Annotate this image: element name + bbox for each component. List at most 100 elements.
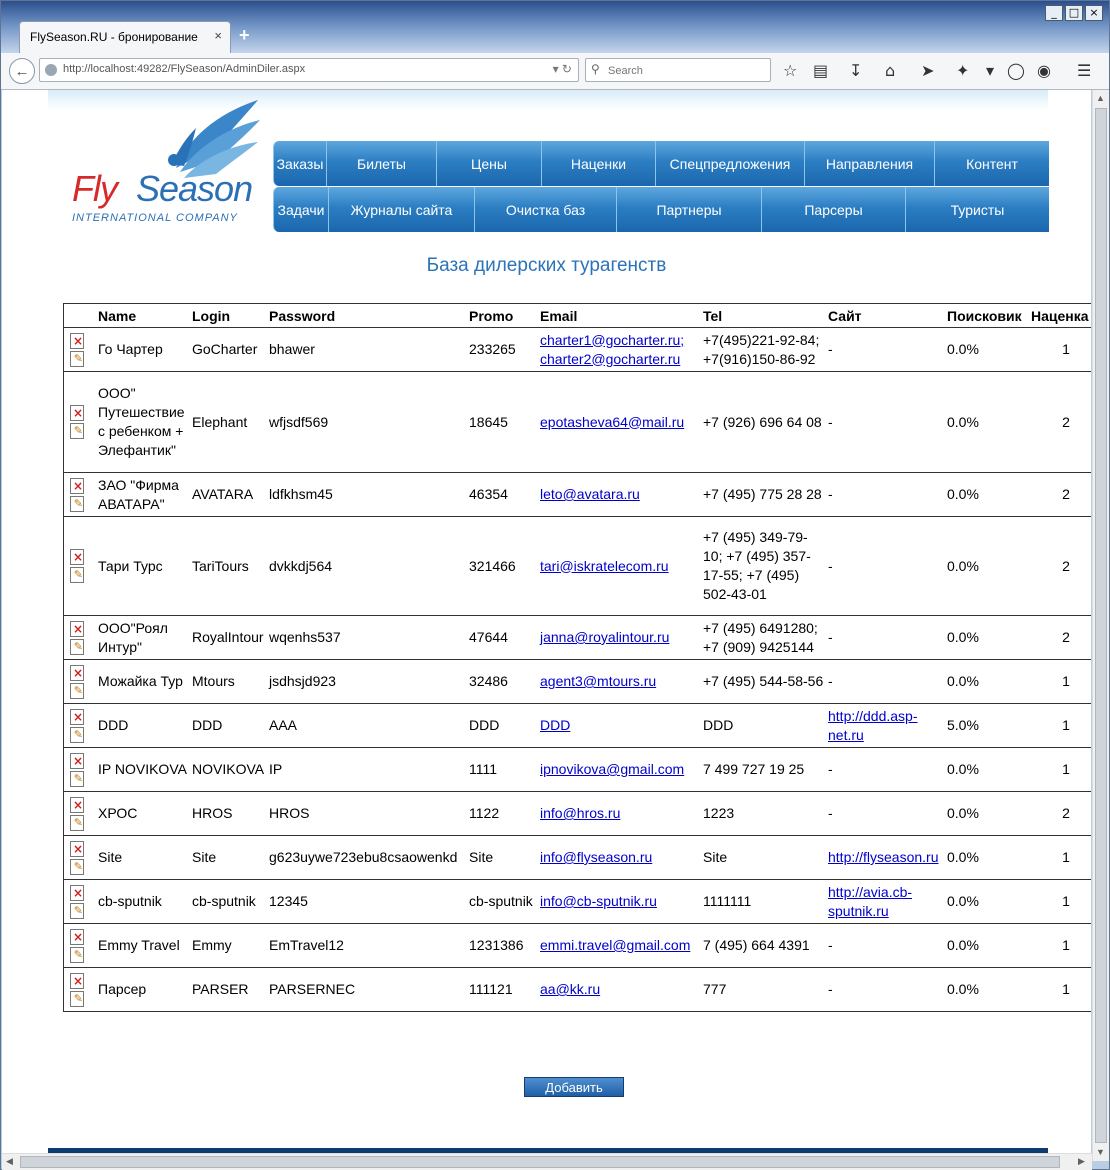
edit-icon[interactable]: ✎ <box>70 990 84 1007</box>
menu-item-orders[interactable]: Заказы <box>273 141 327 186</box>
dealer-promo: 1111 <box>469 761 498 777</box>
dealer-email-cell: info@hros.ru <box>538 791 701 836</box>
delete-icon[interactable]: × <box>70 972 84 989</box>
menu-item-special-offers[interactable]: Спецпредложения <box>656 141 805 186</box>
column-header-name[interactable]: Name <box>96 303 190 328</box>
column-header-site[interactable]: Сайт <box>826 303 945 328</box>
bookmark-star-icon[interactable]: ☆ <box>783 61 797 80</box>
dealer-email-link[interactable]: tari@iskratelecom.ru <box>540 558 669 574</box>
delete-icon[interactable]: × <box>70 840 84 857</box>
reading-list-icon[interactable]: ▤ <box>813 61 828 80</box>
menu-item-site-logs[interactable]: Журналы сайта <box>329 187 475 232</box>
scroll-up-icon[interactable]: ▲ <box>1096 93 1105 103</box>
download-icon[interactable]: ↧ <box>849 61 862 80</box>
horizontal-scrollbar[interactable]: ◀ ▶ <box>2 1153 1092 1170</box>
dealer-email-link[interactable]: leto@avatara.ru <box>540 486 640 502</box>
delete-icon[interactable]: × <box>70 405 84 421</box>
edit-icon[interactable]: ✎ <box>70 902 84 919</box>
vertical-scrollbar[interactable]: ▲ ▼ <box>1092 90 1109 1161</box>
vertical-scroll-thumb[interactable] <box>1095 108 1107 1143</box>
column-header-tel[interactable]: Tel <box>701 303 826 328</box>
menu-item-content[interactable]: Контент <box>935 141 1049 186</box>
tab-close-icon[interactable]: × <box>214 28 222 43</box>
edit-icon[interactable]: ✎ <box>70 567 84 583</box>
dealer-email-link[interactable]: info@flyseason.ru <box>540 849 652 865</box>
column-header-markup[interactable]: Наценка <box>1029 303 1091 328</box>
edit-icon[interactable]: ✎ <box>70 495 84 512</box>
delete-icon[interactable]: × <box>70 477 84 494</box>
menu-item-tourists[interactable]: Туристы <box>906 187 1049 232</box>
search-box[interactable]: ⚲ <box>585 58 771 82</box>
edit-icon[interactable]: ✎ <box>70 726 84 743</box>
search-input[interactable] <box>606 61 770 81</box>
flyseason-logo[interactable]: Fly Season INTERNATIONAL COMPANY <box>68 98 268 224</box>
delete-icon[interactable]: × <box>70 752 84 769</box>
reload-icon[interactable]: ▾ ↻ <box>553 62 572 76</box>
dealer-site-link[interactable]: http://ddd.asp-net.ru <box>828 708 918 743</box>
scroll-left-icon[interactable]: ◀ <box>6 1156 13 1167</box>
column-header-email[interactable]: Email <box>538 303 701 328</box>
dealer-email-link[interactable]: emmi.travel@gmail.com <box>540 937 690 953</box>
sync-icon[interactable]: ◯ <box>1007 61 1025 80</box>
dealer-email-link[interactable]: info@hros.ru <box>540 805 620 821</box>
delete-icon[interactable]: × <box>70 884 84 901</box>
new-tab-button[interactable]: + <box>239 25 250 46</box>
delete-icon[interactable]: × <box>70 549 84 565</box>
dealer-site-link[interactable]: http://avia.cb-sputnik.ru <box>828 884 912 919</box>
menu-item-partners[interactable]: Партнеры <box>617 187 762 232</box>
dealer-email-link[interactable]: ipnovikova@gmail.com <box>540 761 684 777</box>
profile-icon[interactable]: ◉ <box>1037 61 1051 80</box>
column-header-login[interactable]: Login <box>190 303 267 328</box>
delete-icon[interactable]: × <box>70 332 84 349</box>
edit-icon[interactable]: ✎ <box>70 682 84 699</box>
dealer-name-cell: DDD <box>96 703 190 748</box>
dealer-email-link[interactable]: aa@kk.ru <box>540 981 600 997</box>
dealer-email-link[interactable]: agent3@mtours.ru <box>540 673 656 689</box>
edit-icon[interactable]: ✎ <box>70 423 84 439</box>
horizontal-scroll-thumb[interactable] <box>20 1156 1060 1168</box>
delete-icon[interactable]: × <box>70 928 84 945</box>
menu-icon[interactable]: ☰ <box>1077 61 1091 80</box>
delete-icon[interactable]: × <box>70 620 84 637</box>
edit-icon[interactable]: ✎ <box>70 814 84 831</box>
delete-icon[interactable]: × <box>70 796 84 813</box>
scroll-down-icon[interactable]: ▼ <box>1096 1147 1105 1157</box>
edit-icon[interactable]: ✎ <box>70 858 84 875</box>
dealer-email-link[interactable]: charter1@gocharter.ru; charter2@gocharte… <box>540 332 684 367</box>
minimize-button[interactable]: _ <box>1045 5 1063 21</box>
menu-item-tasks[interactable]: Задачи <box>273 187 329 232</box>
dealer-email-link[interactable]: DDD <box>540 717 570 733</box>
dealer-login-cell: Emmy <box>190 923 267 968</box>
menu-item-parsers[interactable]: Парсеры <box>762 187 906 232</box>
delete-icon[interactable]: × <box>70 664 84 681</box>
close-window-button[interactable]: × <box>1085 5 1103 21</box>
browser-tab[interactable]: FlySeason.RU - бронирование ча... × <box>19 21 231 53</box>
dropdown-icon[interactable]: ▾ <box>986 61 994 80</box>
dealer-email-link[interactable]: janna@royalintour.ru <box>540 629 669 645</box>
column-header-password[interactable]: Password <box>267 303 467 328</box>
back-button[interactable]: ← <box>9 58 35 84</box>
edit-icon[interactable]: ✎ <box>70 770 84 787</box>
menu-item-directions[interactable]: Направления <box>805 141 935 186</box>
delete-icon[interactable]: × <box>70 708 84 725</box>
url-bar[interactable]: http://localhost:49282/FlySeason/AdminDi… <box>39 58 579 82</box>
edit-icon[interactable]: ✎ <box>70 638 84 655</box>
add-dealer-button[interactable]: Добавить <box>524 1077 624 1097</box>
send-icon[interactable]: ➤ <box>921 61 934 80</box>
edit-icon[interactable]: ✎ <box>70 350 84 367</box>
addon-icon[interactable]: ✦ <box>956 61 969 80</box>
dealer-search-engine: 0.0% <box>947 629 979 645</box>
edit-icon[interactable]: ✎ <box>70 946 84 963</box>
column-header-search-engine[interactable]: Поисковик <box>945 303 1029 328</box>
menu-item-prices[interactable]: Цены <box>437 141 542 186</box>
home-icon[interactable]: ⌂ <box>885 61 895 80</box>
dealer-email-link[interactable]: info@cb-sputnik.ru <box>540 893 657 909</box>
maximize-button[interactable]: □ <box>1065 5 1083 21</box>
column-header-promo[interactable]: Promo <box>467 303 538 328</box>
menu-item-markups[interactable]: Наценки <box>542 141 656 186</box>
menu-item-clear-db[interactable]: Очистка баз <box>475 187 617 232</box>
dealer-site-link[interactable]: http://flyseason.ru <box>828 849 939 865</box>
scroll-right-icon[interactable]: ▶ <box>1078 1156 1085 1167</box>
dealer-email-link[interactable]: epotasheva64@mail.ru <box>540 414 684 430</box>
menu-item-tickets[interactable]: Билеты <box>327 141 437 186</box>
